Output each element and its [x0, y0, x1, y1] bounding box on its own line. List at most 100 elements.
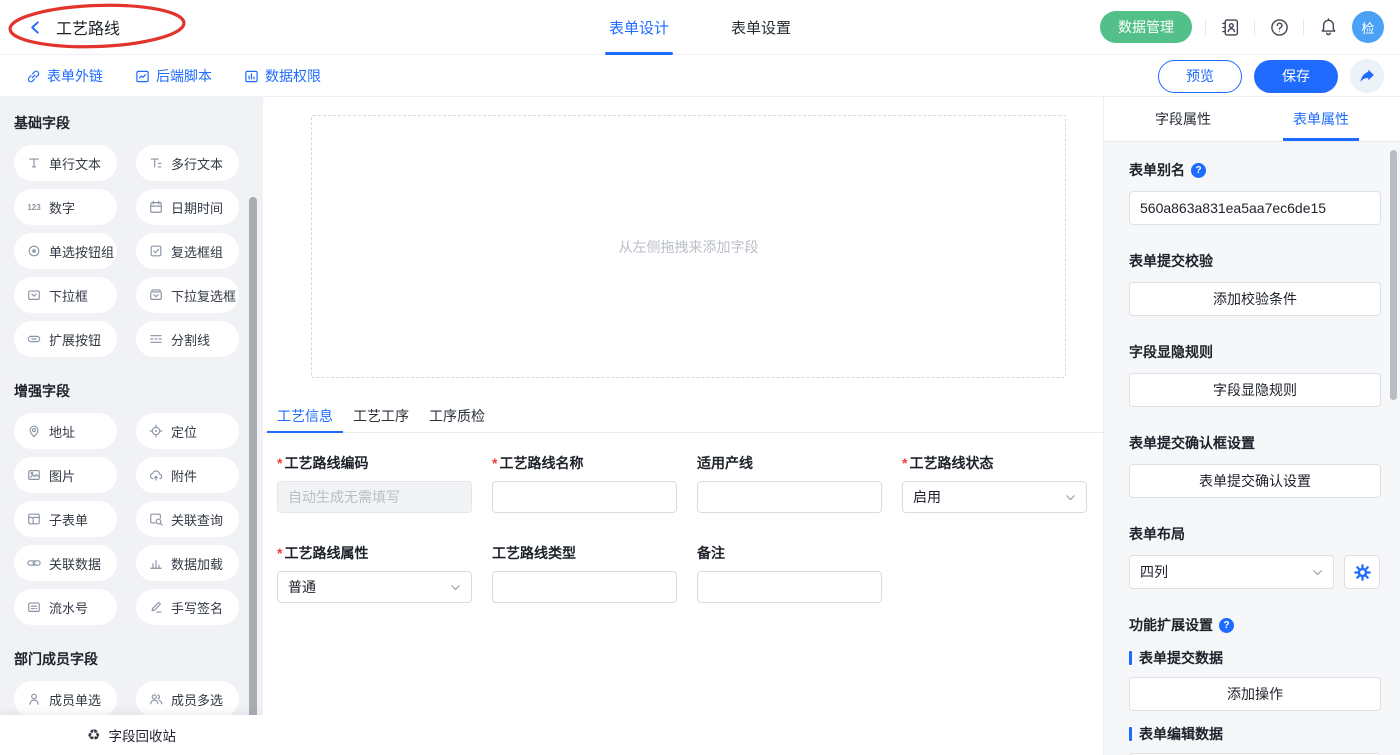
field-item-datetime[interactable]: 日期时间	[136, 189, 239, 225]
datetime-icon	[148, 200, 164, 214]
help-icon[interactable]: ?	[1191, 163, 1206, 178]
form-designer-app: 工艺路线 表单设计 表单设置 数据管理 检	[0, 0, 1400, 755]
field-item-divider-line[interactable]: 分割线	[136, 321, 239, 357]
route-status-select[interactable]: 启用	[902, 481, 1087, 513]
panel-scrollbar[interactable]	[1390, 150, 1397, 400]
tab-form-design[interactable]: 表单设计	[607, 0, 671, 55]
field-item-image[interactable]: 图片	[14, 457, 117, 493]
canvas-form: *工艺路线编码 *工艺路线名称 适用产线 *工艺路线状态 启用 *工艺路线属性	[277, 455, 1087, 603]
field-item-label: 手写签名	[171, 598, 223, 617]
tab-form-settings[interactable]: 表单设置	[729, 0, 793, 55]
field-item-extend-button[interactable]: 扩展按钮	[14, 321, 117, 357]
tab-form-properties[interactable]: 表单属性	[1283, 97, 1359, 141]
field-item-label: 数据加载	[171, 554, 223, 573]
remark-input[interactable]	[697, 571, 882, 603]
form-external-link[interactable]: 表单外链	[26, 66, 103, 86]
location-icon	[148, 424, 164, 438]
share-arrow-icon	[1359, 68, 1375, 84]
gear-icon	[1354, 564, 1371, 581]
field-dropzone[interactable]: 从左侧拖拽来添加字段	[311, 115, 1066, 378]
group-accent-bar	[1129, 727, 1132, 741]
layout-select[interactable]: 四列	[1129, 555, 1334, 589]
tab-field-properties[interactable]: 字段属性	[1145, 97, 1221, 141]
field-item-subform[interactable]: 子表单	[14, 501, 117, 537]
field-item-multi-select[interactable]: 下拉复选框	[136, 277, 239, 313]
field-item-signature[interactable]: 手写签名	[136, 589, 239, 625]
linked-data-icon	[26, 556, 42, 570]
palette-grid-enhanced: 地址 定位 图片 附件 子表单 关联查询	[14, 413, 263, 625]
field-item-member-single[interactable]: 成员单选	[14, 681, 117, 717]
share-button[interactable]	[1350, 59, 1384, 93]
field-remark: 备注	[697, 545, 882, 603]
data-manage-button[interactable]: 数据管理	[1100, 11, 1192, 43]
field-item-serial-number[interactable]: 流水号	[14, 589, 117, 625]
submit-confirm-button[interactable]: 表单提交确认设置	[1129, 464, 1381, 498]
field-item-checkbox-group[interactable]: 复选框组	[136, 233, 239, 269]
palette-section-title: 增强字段	[14, 381, 263, 401]
field-item-single-line-text[interactable]: 单行文本	[14, 145, 117, 181]
form-alias-input[interactable]	[1129, 191, 1381, 225]
field-item-label: 下拉复选框	[171, 286, 236, 305]
toolbar-links: 表单外链 后端脚本 数据权限	[0, 66, 321, 86]
field-item-radio-group[interactable]: 单选按钮组	[14, 233, 117, 269]
route-attribute-select[interactable]: 普通	[277, 571, 472, 603]
field-route-name: *工艺路线名称	[492, 455, 677, 513]
field-item-linked-data[interactable]: 关联数据	[14, 545, 117, 581]
notification-bell-icon[interactable]	[1317, 16, 1339, 38]
field-item-attachment[interactable]: 附件	[136, 457, 239, 493]
applicable-line-input[interactable]	[697, 481, 882, 513]
field-label: *工艺路线属性	[277, 545, 472, 561]
field-item-label: 流水号	[49, 598, 88, 617]
field-palette: 基础字段 单行文本 多行文本 123 数字 日期时间 单选按钮组	[0, 97, 263, 755]
field-item-data-load[interactable]: 数据加载	[136, 545, 239, 581]
tab-process-steps[interactable]: 工艺工序	[343, 400, 419, 432]
help-icon[interactable]	[1268, 16, 1290, 38]
edit-data-group-title: 表单编辑数据	[1129, 724, 1380, 744]
data-permission-link[interactable]: 数据权限	[244, 66, 321, 86]
chevron-down-icon	[1065, 492, 1076, 503]
field-item-label: 成员多选	[171, 690, 223, 709]
extension-settings-heading: 功能扩展设置 ?	[1129, 615, 1380, 635]
toolbar-link-label: 表单外链	[47, 66, 103, 86]
backend-script-link[interactable]: 后端脚本	[135, 66, 212, 86]
canvas-tabs: 工艺信息 工艺工序 工序质检	[263, 400, 1103, 433]
field-label: 备注	[697, 545, 882, 561]
header: 工艺路线 表单设计 表单设置 数据管理 检	[0, 0, 1400, 55]
header-right: 数据管理 检	[1100, 11, 1400, 43]
field-item-multi-line-text[interactable]: 多行文本	[136, 145, 239, 181]
back-icon[interactable]	[24, 16, 46, 38]
submit-data-add-action-button[interactable]: 添加操作	[1129, 677, 1381, 711]
save-button[interactable]: 保存	[1254, 60, 1338, 93]
data-permission-icon	[244, 69, 259, 84]
select-value: 四列	[1140, 562, 1168, 582]
attachment-icon	[148, 468, 164, 482]
select-value: 启用	[913, 487, 941, 507]
palette-scrollbar[interactable]	[249, 197, 257, 752]
field-recycle-bin[interactable]: ♻ 字段回收站	[0, 715, 263, 755]
route-name-input[interactable]	[492, 481, 677, 513]
field-item-linked-query[interactable]: 关联查询	[136, 501, 239, 537]
visibility-rule-button[interactable]: 字段显隐规则	[1129, 373, 1381, 407]
route-type-input[interactable]	[492, 571, 677, 603]
form-toolbar: 表单外链 后端脚本 数据权限 预览 保存	[0, 56, 1400, 97]
extend-button-icon	[26, 332, 42, 346]
field-item-label: 定位	[171, 422, 197, 441]
route-code-input[interactable]	[277, 481, 472, 513]
field-item-select[interactable]: 下拉框	[14, 277, 117, 313]
preview-button[interactable]: 预览	[1158, 60, 1242, 93]
field-item-location[interactable]: 定位	[136, 413, 239, 449]
add-validation-button[interactable]: 添加校验条件	[1129, 282, 1381, 316]
field-route-attribute: *工艺路线属性 普通	[277, 545, 472, 603]
help-icon[interactable]: ?	[1219, 618, 1234, 633]
field-item-number[interactable]: 123 数字	[14, 189, 117, 225]
field-item-label: 子表单	[49, 510, 88, 529]
tab-step-quality-check[interactable]: 工序质检	[419, 400, 495, 432]
tab-process-info[interactable]: 工艺信息	[267, 400, 343, 432]
layout-settings-button[interactable]	[1344, 555, 1380, 589]
field-item-member-multi[interactable]: 成员多选	[136, 681, 239, 717]
user-avatar[interactable]: 检	[1352, 11, 1384, 43]
properties-body: 表单别名 ? 表单提交校验 添加校验条件 字段显隐规则 字段显隐规则 表单提交确…	[1104, 142, 1400, 755]
field-item-address[interactable]: 地址	[14, 413, 117, 449]
contacts-icon[interactable]	[1219, 16, 1241, 38]
single-line-text-icon	[26, 156, 42, 170]
